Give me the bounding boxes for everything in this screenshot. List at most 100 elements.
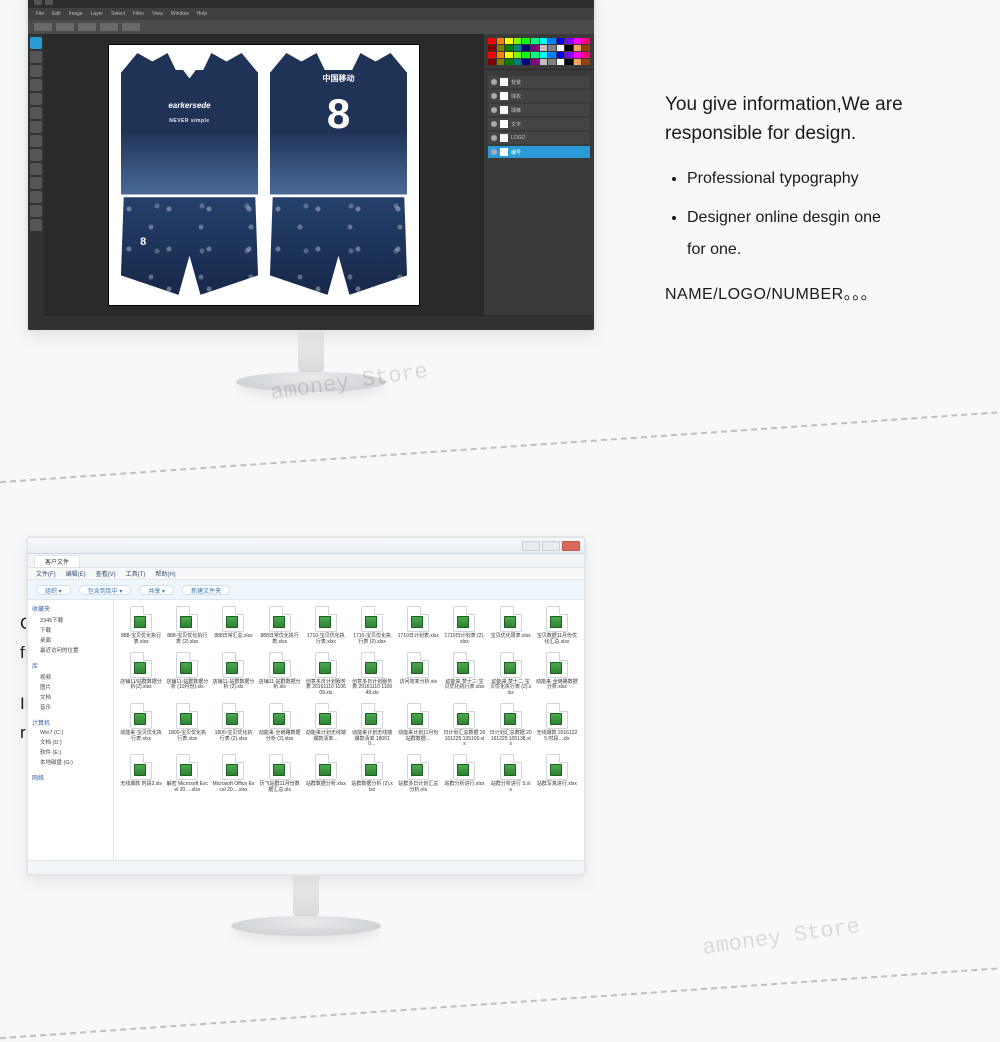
file-item[interactable]: 站群数据分析.xlsx	[305, 754, 347, 794]
file-item[interactable]: 宝贝数据11月份优化汇总.xlsx	[536, 606, 578, 646]
file-item[interactable]: 动能来·全链路数据分析 (2).xlsx	[259, 703, 301, 748]
file-item[interactable]: 动能来 梦十二·宝贝优化执行表 (2).xlsx	[490, 652, 532, 697]
sidebar-group-header[interactable]: 计算机	[32, 718, 109, 727]
sidebar-group-header[interactable]: 收藏夹	[32, 604, 109, 613]
file-item[interactable]: 日计划汇总数据 20161225 105100.xls	[443, 703, 485, 748]
file-item[interactable]: 店铺11-站群数据分析 (10月份).xls	[166, 652, 208, 697]
file-item[interactable]: 888-宝贝优化执行表.xlsx	[120, 606, 162, 646]
ps-menu-item[interactable]: Select	[111, 11, 125, 17]
excel-file-icon	[130, 652, 152, 678]
minimize-button[interactable]	[522, 541, 540, 551]
file-name: 动能来·全链路数据分析 (2).xlsx	[259, 731, 301, 743]
ps-layer-row[interactable]: 文字	[488, 118, 590, 130]
maximize-button[interactable]	[542, 541, 560, 551]
file-item[interactable]: 创意多日计划服务表 20161110 110609.xls	[305, 652, 347, 697]
ps-menu-item[interactable]: Filter	[133, 11, 144, 17]
ps-menu-item[interactable]: Edit	[52, 11, 61, 17]
file-item[interactable]: 888日常汇总.xlsx	[212, 606, 254, 646]
file-item[interactable]: 历飞站群11月份数据汇总.xls	[259, 754, 301, 794]
ps-layer-row[interactable]: 编号	[488, 146, 590, 158]
sidebar-item[interactable]: 视频	[32, 672, 109, 682]
ps-layer-row[interactable]: 球衣	[488, 90, 590, 102]
file-item[interactable]: 动能来·宝贝优化执行表.xlsx	[120, 703, 162, 748]
file-item[interactable]: 店铺11/站群数据分析(2).xlsx	[120, 652, 162, 697]
ps-menu-item[interactable]: Image	[69, 11, 83, 17]
visibility-icon[interactable]	[491, 121, 497, 127]
file-item[interactable]: 动能来计划11月份站群数据…	[397, 703, 439, 748]
file-item[interactable]: 店铺11-站群数据分析.xls	[259, 652, 301, 697]
explorer-tab[interactable]: 客户文件	[34, 555, 80, 567]
visibility-icon[interactable]	[491, 93, 497, 99]
file-item[interactable]: 解密 Microsoft Excel 20….xlsx	[166, 754, 208, 794]
file-name: 日计划汇总数据 20161225 105138.xls	[490, 731, 532, 748]
file-item[interactable]: 站群写真进行.xlsx	[536, 754, 578, 794]
file-item[interactable]: 888-宝贝优化执行表 (2).xlsx	[166, 606, 208, 646]
explorer-menu-item[interactable]: 帮助(H)	[155, 569, 175, 578]
file-item[interactable]: 访问效率分析.xls	[397, 652, 439, 697]
sidebar-item[interactable]: 本地磁盘 (G:)	[32, 757, 109, 767]
explorer-menu-item[interactable]: 编辑(E)	[66, 569, 86, 578]
file-item[interactable]: 1710-宝贝优化执行表 (2).xlsx	[351, 606, 393, 646]
sidebar-item[interactable]: 音乐	[32, 702, 109, 712]
explorer-toolbar-button[interactable]: 新建文件夹	[182, 585, 230, 595]
sidebar-item[interactable]: 图片	[32, 682, 109, 692]
ps-menu-item[interactable]: Help	[197, 11, 207, 17]
ps-layer-row[interactable]: 背景	[488, 76, 590, 88]
file-item[interactable]: 宝贝优化周表.xlsx	[490, 606, 532, 646]
file-item[interactable]: 1710日计划表.xlsx	[397, 606, 439, 646]
file-item[interactable]: 站群分析进行 S.xls	[490, 754, 532, 794]
file-item[interactable]: 日计划汇总数据 20161225 105138.xls	[490, 703, 532, 748]
file-item[interactable]: 站群数据分析 (2).xlsx	[351, 754, 393, 794]
file-item[interactable]: 动能来计划无线端爆款清单 180010…	[351, 703, 393, 748]
file-item[interactable]: 站群多日计划汇总分析.xls	[397, 754, 439, 794]
file-name: 动能来·全链路数据分析.xlsx	[536, 680, 578, 692]
file-item[interactable]: 1710-宝贝优化执行表.xlsx	[305, 606, 347, 646]
sidebar-group-header[interactable]: 网络	[32, 773, 109, 782]
file-item[interactable]: 动能来计划无线端爆款清单…	[305, 703, 347, 748]
file-item[interactable]: 动能来 梦十二·宝贝优化执行表.xlsx	[443, 652, 485, 697]
sidebar-item[interactable]: 桌面	[32, 635, 109, 645]
file-item[interactable]: Microsoft Office Excel 20….xlsx	[212, 754, 254, 794]
visibility-icon[interactable]	[491, 79, 497, 85]
explorer-toolbar-button[interactable]: 共享 ▾	[139, 585, 174, 595]
file-item[interactable]: 888日常优化执行表.xlsx	[259, 606, 301, 646]
sidebar-item[interactable]: Win7 (C:)	[32, 729, 109, 737]
file-item[interactable]: 1710日计划表 (2).xlsx	[443, 606, 485, 646]
explorer-toolbar-button[interactable]: 包含到库中 ▾	[79, 585, 132, 595]
file-item[interactable]: 无线爆款 20161225 时段…xls	[536, 703, 578, 748]
file-item[interactable]: 店铺11-站群数据分析 (2).xls	[212, 652, 254, 697]
sidebar-group-header[interactable]: 库	[32, 661, 109, 670]
visibility-icon[interactable]	[491, 149, 497, 155]
sidebar-item[interactable]: 文档	[32, 692, 109, 702]
ps-menu-item[interactable]: File	[36, 11, 44, 17]
file-name: 1800-宝贝优化执行表 (2).xlsx	[212, 731, 254, 743]
file-name: 创意多日计划服务表 20161110 110649.xls	[351, 680, 393, 697]
visibility-icon[interactable]	[491, 135, 497, 141]
file-name: 站群数据分析 (2).xlsx	[351, 782, 393, 794]
explorer-toolbar-button[interactable]: 组织 ▾	[36, 585, 71, 595]
sidebar-item[interactable]: 最近访问的位置	[32, 645, 109, 655]
ps-menu-item[interactable]: View	[152, 11, 163, 17]
file-item[interactable]: 1800-宝贝优化执行表 (2).xlsx	[212, 703, 254, 748]
excel-file-icon	[453, 703, 475, 729]
file-name: 1710日计划表.xlsx	[397, 634, 439, 640]
ps-menu-item[interactable]: Layer	[91, 11, 104, 17]
explorer-menu-item[interactable]: 工具(T)	[126, 569, 146, 578]
visibility-icon[interactable]	[491, 107, 497, 113]
file-item[interactable]: 动能来·全链路数据分析.xlsx	[536, 652, 578, 697]
ps-layer-row[interactable]: 球裤	[488, 104, 590, 116]
file-item[interactable]: 创意多日计划服务表 20161110 110649.xls	[351, 652, 393, 697]
sidebar-item[interactable]: 软件 (E:)	[32, 747, 109, 757]
ps-layer-row[interactable]: LOGO	[488, 132, 590, 144]
sidebar-item[interactable]: 文档 (D:)	[32, 737, 109, 747]
ps-menu-item[interactable]: Window	[171, 11, 189, 17]
explorer-menu-item[interactable]: 查看(V)	[96, 569, 116, 578]
excel-file-icon	[315, 703, 337, 729]
sidebar-item[interactable]: 下载	[32, 625, 109, 635]
close-button[interactable]	[562, 541, 580, 551]
file-item[interactable]: 站群分析进行.xlsx	[443, 754, 485, 794]
file-item[interactable]: 1800-宝贝优化执行表.xlsx	[166, 703, 208, 748]
sidebar-item[interactable]: 2345下载	[32, 615, 109, 625]
explorer-menu-item[interactable]: 文件(F)	[36, 569, 56, 578]
file-item[interactable]: 无线爆款 时段2.xls	[120, 754, 162, 794]
